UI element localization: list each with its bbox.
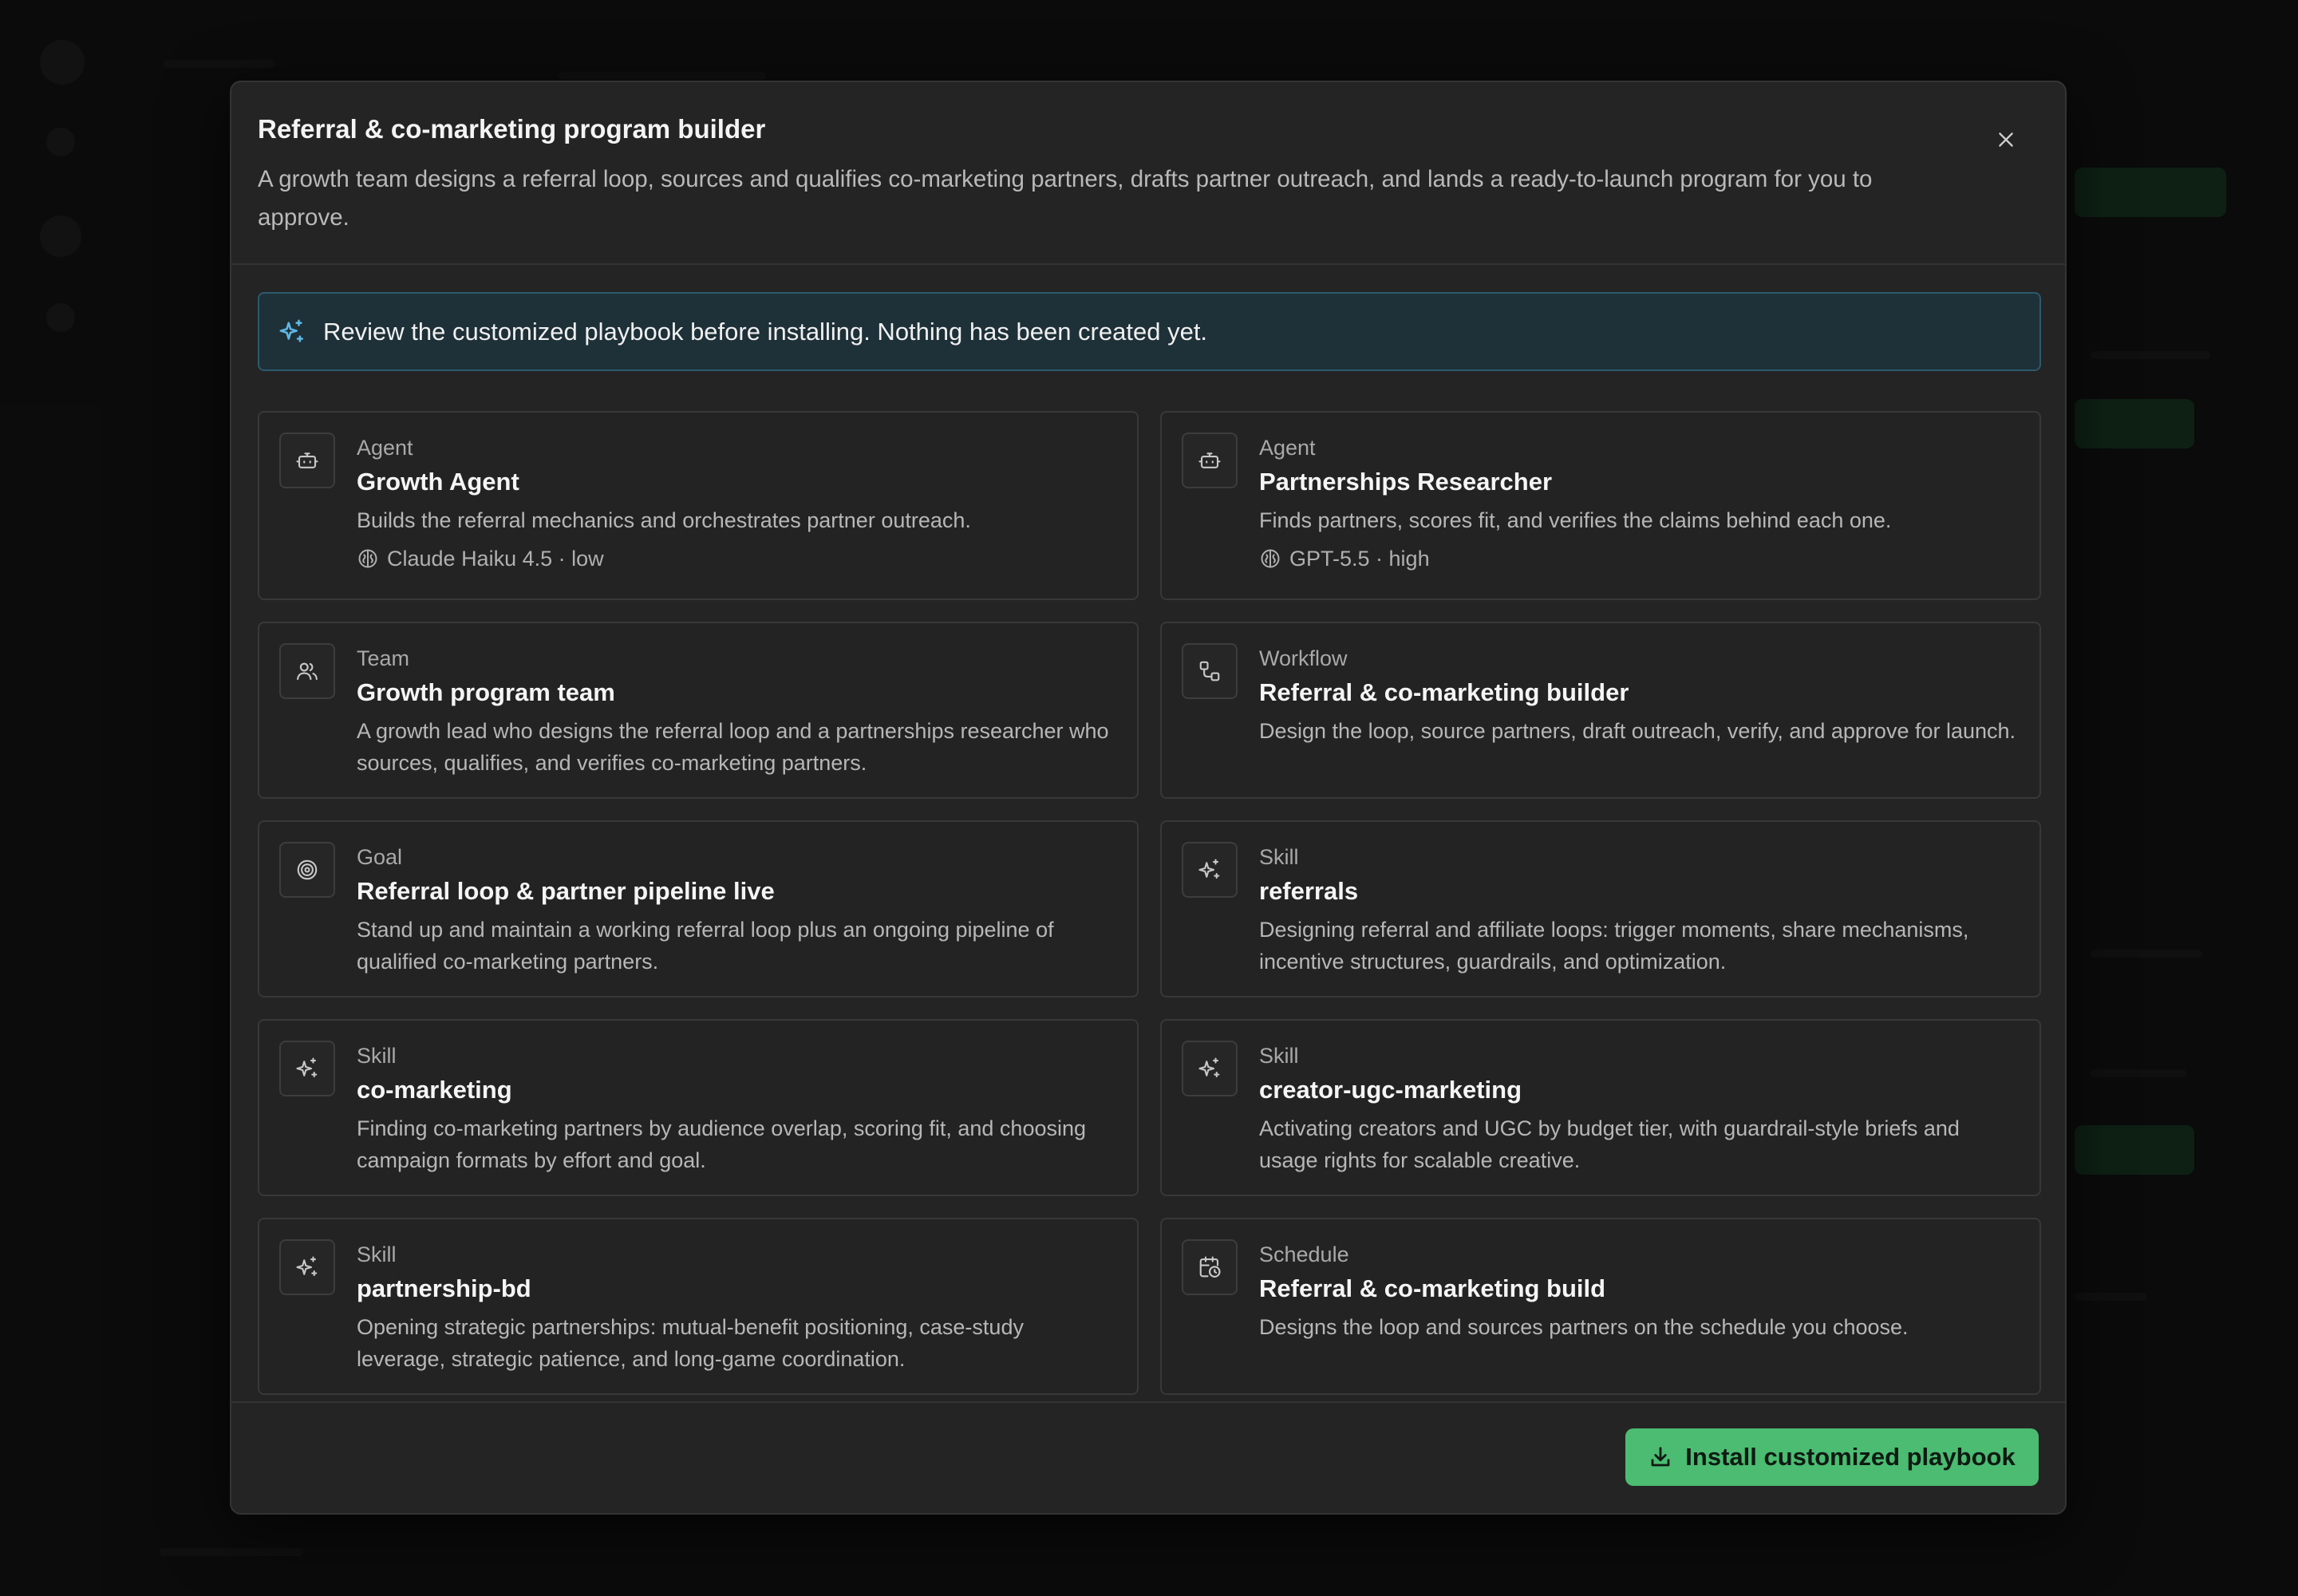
- item-description: Finds partners, scores fit, and verifies…: [1259, 508, 1892, 532]
- sparkles-icon: [1182, 842, 1238, 898]
- bot-icon: [279, 433, 335, 488]
- item-description: Stand up and maintain a working referral…: [357, 918, 1054, 974]
- brain-icon: [1261, 549, 1280, 568]
- item-title: Referral & co-marketing build: [1259, 1274, 1606, 1302]
- sparkles-icon: [1182, 1041, 1238, 1096]
- item-kind: Team: [357, 646, 410, 670]
- users-icon: [279, 643, 335, 699]
- item-kind: Skill: [1259, 845, 1299, 869]
- playbook-item-goal[interactable]: Goal Referral loop & partner pipeline li…: [258, 820, 1139, 998]
- item-title: partnership-bd: [357, 1274, 531, 1302]
- playbook-item-growth-agent[interactable]: Agent Growth Agent Builds the referral m…: [258, 411, 1139, 600]
- playbook-item-skill-referrals[interactable]: Skill referrals Designing referral and a…: [1160, 820, 2041, 998]
- bot-icon: [1182, 433, 1238, 488]
- item-description: Designing referral and affiliate loops: …: [1259, 918, 1969, 974]
- item-model-label: GPT-5.5 · high: [1289, 547, 1430, 571]
- close-icon: [1999, 132, 2013, 147]
- item-model: Claude Haiku 4.5 · low: [357, 543, 1115, 575]
- item-title: Referral & co-marketing builder: [1259, 678, 1629, 706]
- item-title: referrals: [1259, 877, 1359, 905]
- review-notice: Review the customized playbook before in…: [258, 292, 2041, 371]
- item-kind: Skill: [357, 1044, 397, 1068]
- playbook-item-skill-creator-ugc[interactable]: Skill creator-ugc-marketing Activating c…: [1160, 1019, 2041, 1196]
- calendar-clock-icon: [1182, 1239, 1238, 1295]
- item-kind: Agent: [357, 436, 413, 460]
- item-description: Finding co-marketing partners by audienc…: [357, 1116, 1087, 1172]
- sparkles-icon: [279, 1239, 335, 1295]
- download-icon: [1651, 1447, 1670, 1467]
- target-icon: [279, 842, 335, 898]
- item-description: Activating creators and UGC by budget ti…: [1259, 1116, 1960, 1172]
- sparkles-icon: [278, 318, 306, 346]
- playbook-item-schedule[interactable]: Schedule Referral & co-marketing build D…: [1160, 1218, 2041, 1395]
- item-description: A growth lead who designs the referral l…: [357, 719, 1109, 775]
- item-title: Referral loop & partner pipeline live: [357, 877, 775, 905]
- playbook-item-skill-partnership-bd[interactable]: Skill partnership-bd Opening strategic p…: [258, 1218, 1139, 1395]
- item-kind: Schedule: [1259, 1242, 1349, 1266]
- modal-header: Referral & co-marketing program builder …: [231, 82, 2065, 265]
- notice-text: Review the customized playbook before in…: [323, 317, 1208, 346]
- item-title: creator-ugc-marketing: [1259, 1076, 1522, 1104]
- item-title: Partnerships Researcher: [1259, 468, 1553, 496]
- modal-title: Referral & co-marketing program builder: [258, 114, 766, 144]
- item-kind: Agent: [1259, 436, 1316, 460]
- item-title: co-marketing: [357, 1076, 512, 1104]
- playbook-item-skill-co-marketing[interactable]: Skill co-marketing Finding co-marketing …: [258, 1019, 1139, 1196]
- install-playbook-label: Install customized playbook: [1685, 1443, 2016, 1471]
- modal-description: A growth team designs a referral loop, s…: [258, 166, 1873, 231]
- item-kind: Skill: [1259, 1044, 1299, 1068]
- playbook-modal: Referral & co-marketing program builder …: [230, 81, 2067, 1515]
- playbook-items-grid: Agent Growth Agent Builds the referral m…: [258, 411, 2041, 1416]
- item-title: Growth Agent: [357, 468, 519, 496]
- install-playbook-button[interactable]: Install customized playbook: [1625, 1428, 2039, 1486]
- item-model: GPT-5.5 · high: [1259, 543, 2017, 575]
- playbook-item-referral-builder-workflow[interactable]: Workflow Referral & co-marketing builder…: [1160, 622, 2041, 799]
- sparkles-icon: [279, 1041, 335, 1096]
- close-button[interactable]: [1987, 120, 2025, 159]
- modal-footer: Install customized playbook: [231, 1401, 2065, 1513]
- item-kind: Skill: [357, 1242, 397, 1266]
- item-description: Design the loop, source partners, draft …: [1259, 719, 2016, 743]
- playbook-item-partnerships-researcher[interactable]: Agent Partnerships Researcher Finds part…: [1160, 411, 2041, 600]
- playbook-item-growth-program-team[interactable]: Team Growth program team A growth lead w…: [258, 622, 1139, 799]
- item-title: Growth program team: [357, 678, 615, 706]
- item-model-label: Claude Haiku 4.5 · low: [387, 547, 604, 571]
- workflow-icon: [1182, 643, 1238, 699]
- item-description: Designs the loop and sources partners on…: [1259, 1315, 1909, 1339]
- brain-icon: [358, 549, 377, 568]
- item-kind: Workflow: [1259, 646, 1348, 670]
- item-description: Opening strategic partnerships: mutual-b…: [357, 1315, 1024, 1371]
- item-kind: Goal: [357, 845, 403, 869]
- item-description: Builds the referral mechanics and orches…: [357, 508, 971, 532]
